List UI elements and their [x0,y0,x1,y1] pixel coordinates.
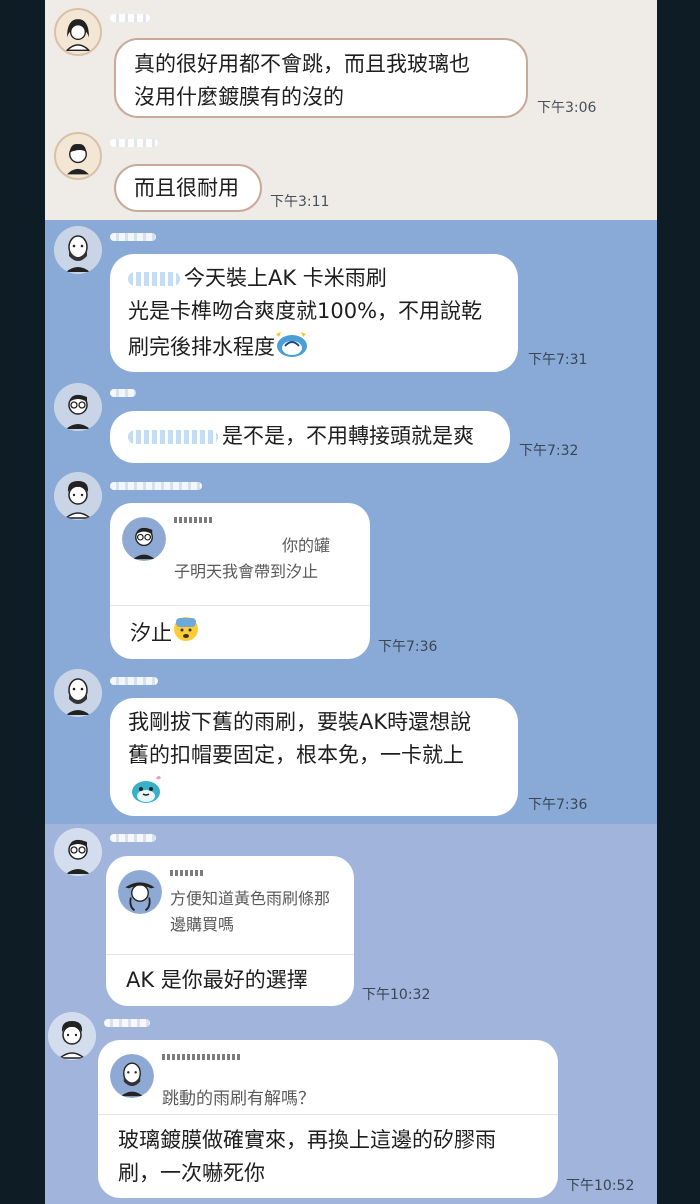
sweat-blob-emoji-icon [275,328,309,368]
reply-sender-name [162,1054,242,1060]
message-text: AK 是你最好的選擇 [126,968,308,992]
bald-bearded-avatar-icon[interactable] [54,669,102,717]
sender-name [110,677,158,685]
left-margin [0,0,45,1204]
chat-screen: 真的很好用都不會跳，而且我玻璃也 沒用什麼鍍膜有的沒的 下午3:06 而且很耐用… [0,0,700,1204]
reply-sender-name [170,870,204,876]
mention-blur [128,430,218,444]
message-bubble[interactable]: 真的很好用都不會跳，而且我玻璃也 沒用什麼鍍膜有的沒的 [114,38,528,118]
woman-hat-avatar-icon [118,870,162,914]
message-bubble[interactable]: 我剛拔下舊的雨刷，要裝AK時還想說 舊的扣帽要固定，根本免，一卡就上 [110,698,518,816]
fearful-face-emoji-icon [172,615,200,653]
message-text: 是不是，不用轉接頭就是爽 [222,424,474,448]
message-time: 下午7:31 [528,352,588,368]
reply-quote-text: 跳動的雨刷有解嗎？ [162,1089,315,1109]
sender-name [110,389,136,397]
reply-divider [98,1114,558,1115]
sender-name [110,14,150,22]
message-text: 我剛拔下舊的雨刷，要裝AK時還想說 舊的扣帽要固定，根本免，一卡就上 [128,710,472,767]
message-line: 是不是，不用轉接頭就是爽 [128,420,492,453]
reply-bubble[interactable]: 方便知道黃色雨刷條那 邊購買嗎 AK 是你最好的選擇 [106,856,354,1006]
reply-quote[interactable]: 你的罐 子明天我會帶到汐止 [122,515,358,607]
reply-divider [110,605,370,606]
reply-quote-content: 你的罐 子明天我會帶到汐止 [174,536,331,581]
reply-bubble[interactable]: 你的罐 子明天我會帶到汐止 汐止 [110,503,370,659]
sender-name [110,139,158,147]
message-time: 下午3:06 [537,100,597,116]
message-bubble[interactable]: 是不是，不用轉接頭就是爽 [110,411,510,463]
message-text: 今天裝上AK 卡米雨刷 [184,266,387,290]
message-text-rest: 光是卡榫吻合爽度就100%，不用說乾 刷完後排水程度 [128,295,500,368]
woman-avatar-icon[interactable] [54,8,102,56]
message-line: 今天裝上AK 卡米雨刷 [128,262,500,295]
sender-name [110,834,156,842]
message-time: 下午10:32 [362,987,431,1003]
reply-body: 汐止 [130,615,200,653]
message-text: 真的很好用都不會跳，而且我玻璃也 沒用什麼鍍膜有的沒的 [134,52,470,109]
message-bubble[interactable]: 而且很耐用 [114,164,262,212]
reply-sender-name [174,517,214,523]
sender-name [104,1019,150,1027]
right-margin [657,0,700,1204]
reply-quote[interactable]: 方便知道黃色雨刷條那 邊購買嗎 [118,868,342,960]
glasses-man-avatar-icon[interactable] [54,383,102,431]
reply-divider [106,954,354,955]
reply-quote-text: 你的罐 子明天我會帶到汐止 [174,533,358,585]
message-time: 下午7:36 [528,797,588,813]
message-time: 下午7:36 [378,639,438,655]
message-text: 玻璃鍍膜做確實來，再換上這邊的矽膠雨 刷，一次嚇死你 [118,1128,496,1185]
reply-quote-text: 方便知道黃色雨刷條那 邊購買嗎 [170,889,331,934]
blue-bird-sticker-icon [128,772,164,816]
man-avatar-icon[interactable] [54,132,102,180]
glasses-man-avatar-icon [122,517,166,561]
message-time: 下午3:11 [270,194,330,210]
glasses-man-avatar-icon[interactable] [54,828,102,876]
message-time: 下午10:52 [566,1178,635,1194]
bald-bearded-avatar-icon[interactable] [54,226,102,274]
curly-hair-avatar-icon[interactable] [54,472,102,520]
message-bubble[interactable]: 今天裝上AK 卡米雨刷 光是卡榫吻合爽度就100%，不用說乾 刷完後排水程度 [110,254,518,372]
mention-blur [128,272,180,286]
reply-bubble[interactable]: 跳動的雨刷有解嗎？ 玻璃鍍膜做確實來，再換上這邊的矽膠雨 刷，一次嚇死你 [98,1040,558,1198]
message-time: 下午7:32 [519,443,579,459]
curly-hair-avatar-icon[interactable] [48,1012,96,1060]
sender-name [110,482,202,490]
sender-name [110,233,156,241]
message-text: 而且很耐用 [134,176,239,200]
bald-bearded-avatar-icon [110,1054,154,1098]
message-text: 汐止 [130,621,172,645]
